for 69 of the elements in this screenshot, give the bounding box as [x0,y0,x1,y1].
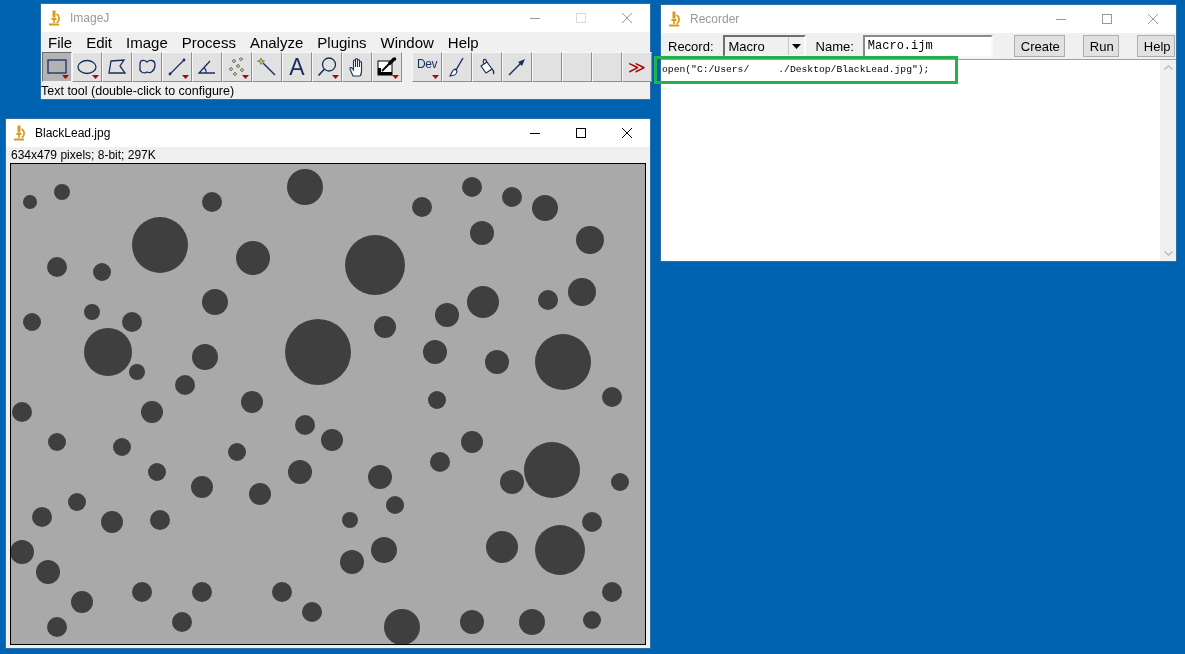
minimize-icon [530,132,540,134]
oval-icon [77,57,97,77]
brush-tool-button[interactable] [442,52,472,82]
polygon-icon [107,57,127,77]
developer-menu-button[interactable]: Dev [412,52,442,82]
close-icon [1148,14,1158,24]
vertical-scrollbar[interactable] [1160,60,1176,261]
multipoint-icon [227,57,247,77]
run-button[interactable]: Run [1082,35,1119,57]
maximize-icon [576,128,586,138]
macro-code-line: open("C:/Users/ ./Desktop/BlackLead.jpg"); [662,63,931,77]
menu-triangle-icon [92,75,99,79]
oval-tool-button[interactable] [72,52,102,82]
microscope-icon [48,10,60,26]
multipoint-tool-button[interactable] [222,52,252,82]
menu-triangle-icon [242,75,249,79]
line-icon [167,57,187,77]
arrow-tool-button[interactable] [502,52,532,82]
eyedropper-icon [377,57,397,77]
microscope-icon [13,125,25,141]
menu-triangle-icon [62,75,69,79]
image-info-text: 634x479 pixels; 8-bit; 297K [10,147,157,163]
close-icon [622,128,632,138]
menu-item[interactable]: Edit [79,33,120,51]
name-input-field[interactable]: Macro.ijm [862,34,993,58]
line-tool-button[interactable] [162,52,192,82]
paintbrush-icon [447,57,467,77]
menu-item[interactable]: Plugins [310,33,374,51]
dropdown-arrow-icon [791,43,801,49]
help-button[interactable]: Help [1136,35,1175,57]
image-window-title: BlackLead.jpg [35,126,111,140]
imagej-window-title: ImageJ [70,11,110,25]
magnifier-tool-button[interactable] [312,52,342,82]
microscope-icon [668,11,680,27]
menu-triangle-icon [432,75,439,79]
menu-triangle-icon [392,75,399,79]
maximize-icon [1102,14,1112,24]
menu-item[interactable]: Analyze [242,33,311,51]
record-label: Record: [668,38,714,54]
menu-item[interactable]: Image [119,33,175,51]
record-dropdown[interactable]: Macro [722,35,806,57]
flood-fill-tool-button[interactable] [472,52,502,82]
text-tool-button[interactable]: A [282,52,312,82]
arrow-icon [507,57,527,77]
wand-icon [257,57,277,77]
minimize-icon [530,17,540,19]
minimize-icon [1056,18,1066,20]
status-bar-text: Text tool (double-click to configure) [41,83,236,98]
rectangle-tool-button[interactable] [42,52,72,82]
polygon-tool-button[interactable] [102,52,132,82]
magnifier-icon [317,57,337,77]
hand-tool-button[interactable] [342,52,372,82]
freehand-tool-button[interactable] [132,52,162,82]
more-tools-button[interactable]: ≫ [622,52,652,82]
rectangle-icon [47,57,67,77]
menu-item[interactable]: File [41,33,80,51]
menu-item[interactable]: Help [440,33,486,51]
create-button[interactable]: Create [1013,35,1065,57]
name-label: Name: [815,38,854,54]
menu-triangle-icon [332,75,339,79]
menu-item[interactable]: Window [373,33,441,51]
maximize-icon [576,13,586,23]
recorder-window-title: Recorder [690,12,740,26]
menu-triangle-icon [182,75,189,79]
wand-tool-button[interactable] [252,52,282,82]
close-icon [622,13,632,23]
color-picker-button[interactable] [372,52,402,82]
angle-tool-button[interactable] [192,52,222,82]
menu-item[interactable]: Process [174,33,243,51]
